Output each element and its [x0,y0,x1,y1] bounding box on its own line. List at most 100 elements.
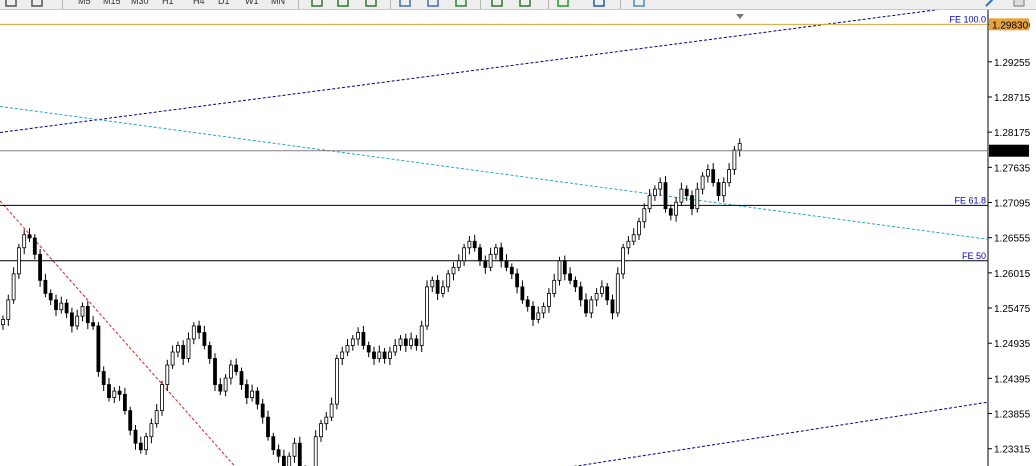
timeframe-h4-button[interactable]: H4 [193,0,205,8]
price-tick-label: 1.27635 [994,163,1031,174]
candle-body [626,240,631,249]
candle-body [250,390,255,399]
candle-body [706,169,710,177]
candle-body [207,345,212,359]
candle-body [191,325,196,340]
candle-body [96,325,101,372]
candle-body [478,247,482,262]
candle-body [690,195,694,210]
candle-body [668,208,673,216]
line-studies-icon[interactable] [30,0,44,7]
channel-icon[interactable] [310,0,324,7]
candle-body [541,305,546,314]
candle-body [175,345,180,353]
candle-body [1,319,5,326]
tile-windows-icon[interactable] [426,0,440,7]
candle-body [223,377,228,392]
candle-body [700,175,705,190]
price-tick-label: 1.24935 [994,339,1031,350]
candle-body [228,364,233,379]
candle-body [234,364,239,372]
add-indicator-icon[interactable] [556,0,570,7]
candle-body [64,302,69,314]
candle-body [48,292,53,301]
candle-body [123,393,127,412]
candle-body [165,364,170,385]
timeframe-mn-button[interactable]: MN [271,0,285,8]
candle-body [594,292,599,301]
timeframe-m15-button[interactable]: M15 [103,0,121,8]
candle-body [610,299,615,314]
toolbar-separator [548,0,549,9]
candle-body [218,384,223,392]
candle-body [435,279,440,294]
candle-body [340,351,345,359]
candle-body [525,299,530,307]
fibo-price-badge-label: 1.29830 [992,20,1029,31]
candle-body [647,195,652,210]
templates-icon[interactable] [632,0,646,7]
timeframe-d1-button[interactable]: D1 [218,0,230,8]
candle-body [684,188,689,197]
candle-body [679,188,684,203]
candle-body [292,442,297,457]
history-icon[interactable] [592,0,606,7]
candle-body [451,266,456,275]
candle-body [573,279,578,288]
candle-body [446,273,451,288]
timeframe-w1-button[interactable]: W1 [245,0,259,8]
candle-body [27,234,32,239]
candle-body [313,436,318,466]
candle-body [462,247,467,262]
candle-body [181,345,186,359]
timeframe-m30-button[interactable]: M30 [131,0,149,8]
chart-shift-icon[interactable] [490,0,504,7]
print-icon[interactable] [1012,0,1026,7]
candle-body [536,312,541,320]
candle-body [732,149,737,171]
price-tick-label: 1.23855 [994,410,1031,421]
candle-body [711,169,716,184]
crosshair-icon[interactable] [984,0,998,7]
candle-body [520,286,525,301]
candle-body [59,302,64,311]
candle-body [584,299,588,314]
candle-body [170,351,175,366]
candle-body [377,351,382,359]
candle-body [138,442,143,451]
candle-body [552,279,557,294]
candle-body [515,273,519,288]
candle-body [382,351,387,359]
candle-body [32,237,37,255]
candle-body [721,182,726,197]
timeframe-m5-button[interactable]: M5 [78,0,91,8]
candle-body [483,260,488,268]
candle-body [414,338,419,346]
candle-body [674,201,678,216]
objects-dropdown-icon[interactable] [4,0,18,7]
candle-body [16,247,21,275]
candle-body [568,273,572,281]
candle-body [276,449,281,457]
candle-body [54,299,58,311]
candle-body [547,292,551,307]
candle-body [387,351,392,359]
price-tick-label: 1.26015 [994,269,1031,280]
candle-body [6,299,11,320]
price-chart: FE 100.0 FE 61.8 FE 50 1.29830 1.29255 1.2871… [0,10,1031,466]
candle-body [456,260,461,268]
candle-body [605,286,610,301]
price-tick-label: 1.29255 [994,58,1031,69]
candle-body [589,299,594,314]
candle-body [557,260,562,281]
candle-body [637,221,641,236]
zoom-in-icon[interactable] [364,0,378,7]
zoom-out-icon[interactable] [398,0,412,7]
candle-body [160,384,164,412]
period-separator-icon[interactable] [454,0,468,7]
timeframe-h1-button[interactable]: H1 [162,0,174,8]
auto-scroll-icon[interactable] [518,0,532,7]
plot-area [0,10,988,466]
fibo-icon[interactable] [336,0,350,7]
price-tick-label: 1.25475 [994,304,1031,315]
